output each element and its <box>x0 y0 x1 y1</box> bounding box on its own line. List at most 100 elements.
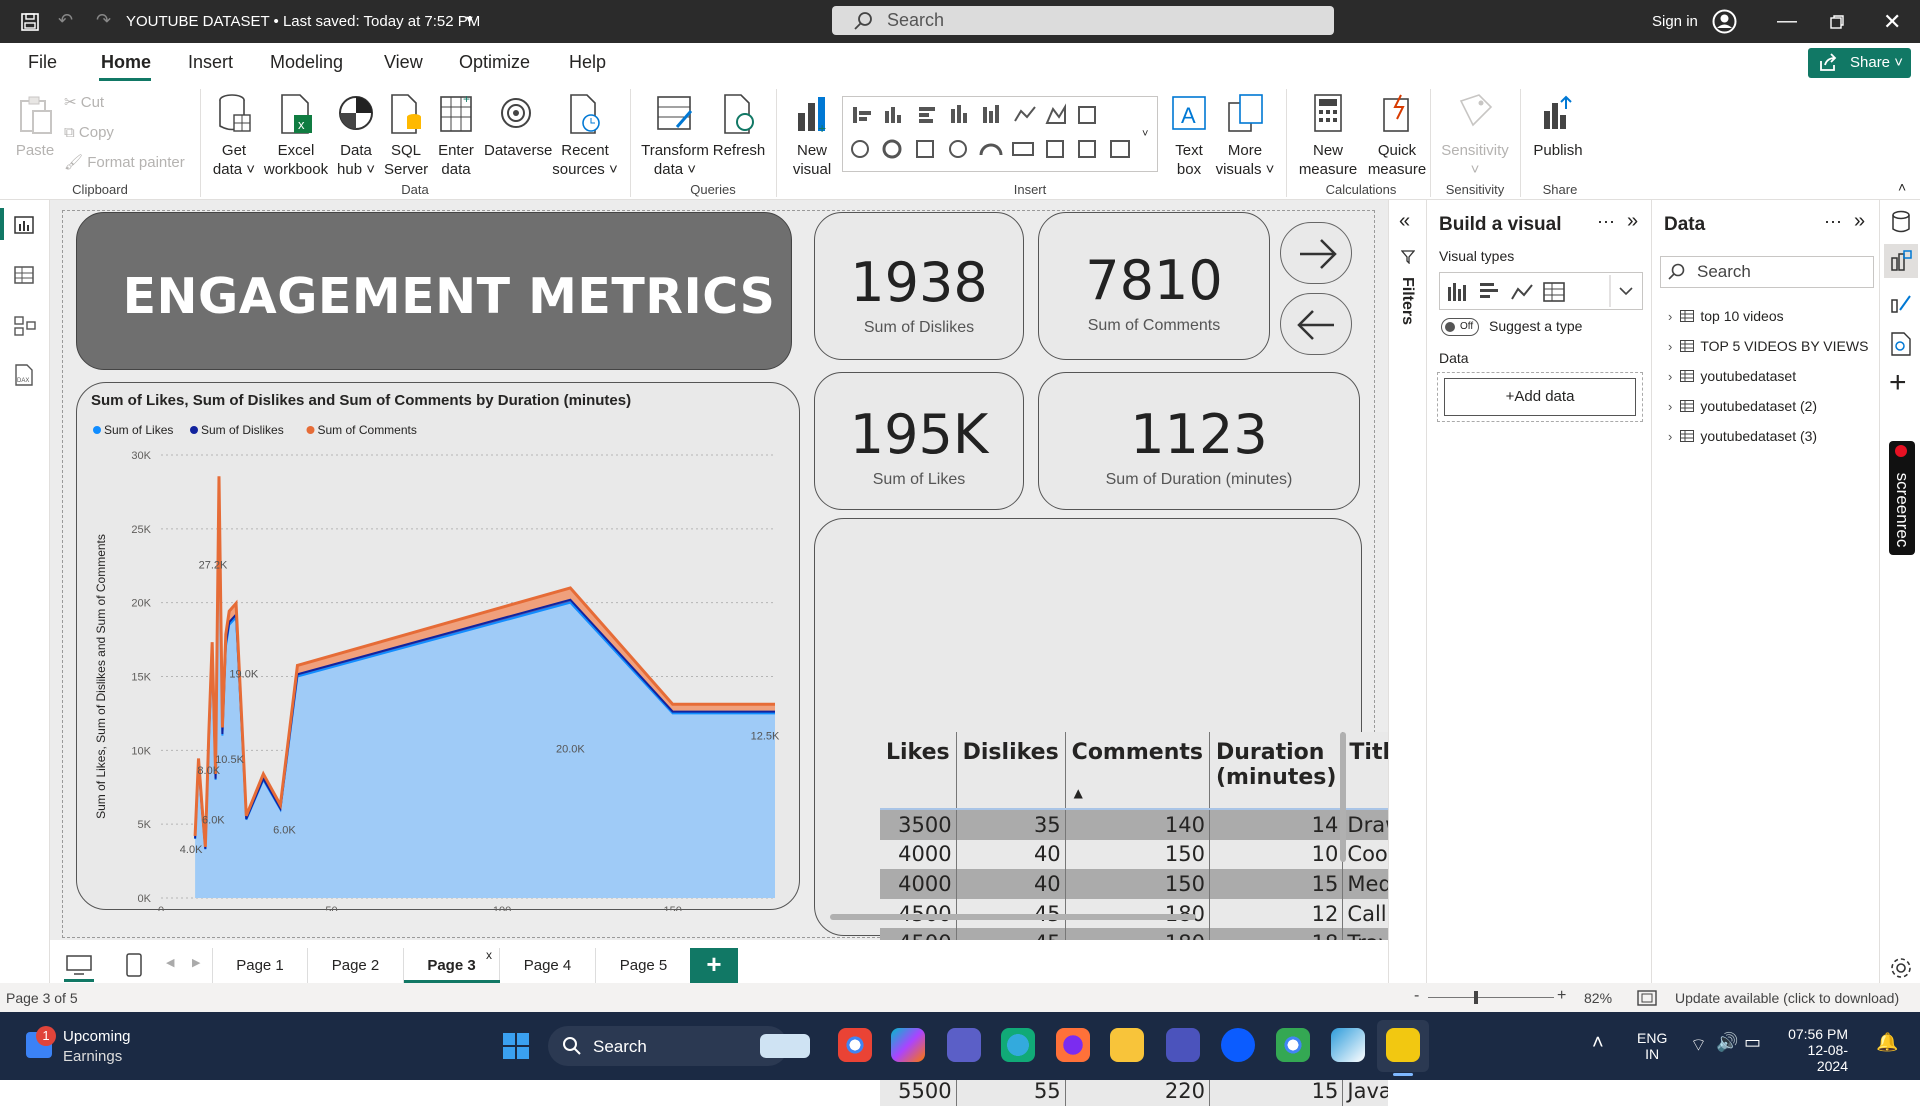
windows-start-icon[interactable] <box>502 1032 530 1060</box>
column-header-title[interactable]: Title <box>1343 732 1388 808</box>
chrome-icon[interactable] <box>838 1028 872 1062</box>
kpi-card-comments[interactable]: 7810 Sum of Comments <box>1038 212 1270 360</box>
tab-page-2[interactable]: Page 2 <box>308 948 404 983</box>
more-visuals-button[interactable]: More visuals ˅ <box>1214 93 1276 179</box>
volume-icon[interactable]: 🔊 <box>1716 1032 1738 1053</box>
get-data-button[interactable]: Get data ˅ <box>208 93 260 179</box>
publish-button[interactable]: Publish <box>1528 93 1588 160</box>
excel-workbook-button[interactable]: x Excel workbook <box>262 93 330 179</box>
chevron-right-icon[interactable]: › <box>1668 339 1672 354</box>
widget-title[interactable]: Upcoming <box>63 1028 131 1045</box>
expand-filters-icon[interactable]: « <box>1399 210 1410 233</box>
collapse-pane-icon[interactable]: » <box>1627 210 1638 233</box>
new-measure-button[interactable]: New measure <box>1294 93 1362 179</box>
chevron-down-icon[interactable]: ▼ <box>464 14 475 26</box>
format-visual-icon[interactable] <box>1890 292 1912 314</box>
zoom-level[interactable]: 82% <box>1584 990 1612 1006</box>
zoom-slider[interactable] <box>1428 997 1554 998</box>
table-horizontal-scrollbar[interactable] <box>830 914 1196 920</box>
power-bi-icon[interactable] <box>1386 1028 1420 1062</box>
chevron-right-icon[interactable]: › <box>1668 429 1672 444</box>
photos-icon[interactable] <box>1331 1028 1365 1062</box>
redo-icon[interactable]: ↷ <box>96 10 111 31</box>
table-row[interactable]: 40004015010Cooking: <box>880 839 1388 870</box>
data-table-item[interactable]: › youtubedataset (2) <box>1668 398 1817 414</box>
previous-page-button[interactable] <box>1280 293 1352 355</box>
sensitivity-button[interactable]: Sensitivity ˅ <box>1438 93 1512 179</box>
column-header-dislikes[interactable]: Dislikes <box>956 732 1066 808</box>
area-chart-card[interactable]: Sum of Likes, Sum of Dislikes and Sum of… <box>76 382 801 936</box>
zoom-out-button[interactable]: - <box>1414 987 1419 1005</box>
menu-optimize[interactable]: Optimize <box>459 52 530 73</box>
tab-scroll-left-icon[interactable]: ◀ <box>166 956 174 969</box>
column-header-duration[interactable]: Duration (minutes) <box>1209 732 1344 808</box>
teams-work-icon[interactable] <box>1166 1028 1200 1062</box>
sign-in-link[interactable]: Sign in <box>1652 13 1698 30</box>
minimize-icon[interactable]: — <box>1777 10 1797 33</box>
area-sum-of-likes[interactable] <box>195 496 776 898</box>
recent-sources-button[interactable]: Recent sources ˅ <box>550 93 620 179</box>
filters-pane[interactable]: « Filters <box>1388 200 1426 983</box>
data-table-item[interactable]: › TOP 5 VIDEOS BY VIEWS <box>1668 338 1868 354</box>
zoom-slider-thumb[interactable] <box>1474 991 1478 1004</box>
collapse-pane-icon[interactable]: » <box>1854 210 1865 233</box>
text-box-button[interactable]: A Text box <box>1166 93 1212 179</box>
table-row[interactable]: 55005522015JavaScrip <box>880 1076 1388 1106</box>
data-search-input[interactable]: Search <box>1660 256 1874 288</box>
build-visual-icon[interactable] <box>1890 250 1912 272</box>
tab-page-1[interactable]: Page 1 <box>212 948 308 983</box>
edge-icon[interactable] <box>1001 1028 1035 1062</box>
menu-home[interactable]: Home <box>101 52 151 73</box>
kpi-card-likes[interactable]: 195K Sum of Likes <box>814 372 1024 510</box>
tab-scroll-right-icon[interactable]: ▶ <box>192 956 200 969</box>
file-explorer-icon[interactable] <box>1110 1028 1144 1062</box>
copy-button[interactable]: ⧉ Copy <box>64 123 114 142</box>
desktop-layout-icon[interactable] <box>66 955 92 975</box>
dax-query-view-icon[interactable]: DAX <box>14 364 34 386</box>
quick-measure-button[interactable]: Quick measure <box>1364 93 1430 179</box>
more-options-icon[interactable]: ⋯ <box>1824 212 1842 233</box>
chevron-right-icon[interactable]: › <box>1668 399 1672 414</box>
area-chart[interactable]: Sum of Likes, Sum of Dislikes and Sum of… <box>77 383 801 936</box>
zoom-icon[interactable] <box>1221 1028 1255 1062</box>
update-available-link[interactable]: Update available (click to download) <box>1675 990 1899 1006</box>
kpi-card-dislikes[interactable]: 1938 Sum of Dislikes <box>814 212 1024 360</box>
add-page-button[interactable]: + <box>690 948 738 983</box>
undo-icon[interactable]: ↶ <box>58 10 73 31</box>
zoom-in-button[interactable]: + <box>1557 987 1566 1005</box>
close-icon[interactable]: ✕ <box>1883 9 1901 35</box>
chevron-right-icon[interactable]: › <box>1668 309 1672 324</box>
table-vertical-scrollbar[interactable] <box>1340 732 1346 862</box>
data-table-item[interactable]: › top 10 videos <box>1668 308 1784 324</box>
transform-data-button[interactable]: Transform data ˅ <box>640 93 710 179</box>
menu-view[interactable]: View <box>384 52 423 73</box>
search-input[interactable]: Search <box>832 6 1334 35</box>
clock[interactable]: 07:56 PM 12-08-2024 <box>1786 1026 1848 1074</box>
cut-button[interactable]: ✂ Cut <box>64 93 104 112</box>
table-row[interactable]: 35003514014Drawing <box>880 810 1388 840</box>
save-icon[interactable] <box>20 12 40 32</box>
language-indicator[interactable]: ENG IN <box>1637 1030 1667 1062</box>
add-data-button[interactable]: +Add data <box>1444 378 1636 416</box>
menu-help[interactable]: Help <box>569 52 606 73</box>
data-hub-button[interactable]: Data hub ˅ <box>334 93 378 179</box>
sql-server-button[interactable]: SQL Server <box>384 93 428 179</box>
refresh-button[interactable]: Refresh <box>712 93 766 160</box>
tab-page-5[interactable]: Page 5 <box>596 948 692 983</box>
more-options-icon[interactable]: ⋯ <box>1597 212 1615 233</box>
menu-modeling[interactable]: Modeling <box>270 52 343 73</box>
mobile-layout-icon[interactable] <box>126 953 142 977</box>
teams-icon[interactable] <box>947 1028 981 1062</box>
show-hidden-icons[interactable]: ˄ <box>1592 1032 1604 1055</box>
table-row[interactable]: 40004015015Meditatic <box>880 869 1388 899</box>
report-view-icon[interactable] <box>14 216 34 234</box>
chrome-profile-icon[interactable] <box>1276 1028 1310 1062</box>
fit-to-page-icon[interactable] <box>1637 990 1657 1006</box>
model-view-icon[interactable] <box>14 316 36 336</box>
settings-gear-icon[interactable] <box>1889 956 1913 980</box>
format-painter-button[interactable]: 🖌 Format painter <box>64 153 185 172</box>
column-header-comments[interactable]: Comments ▲ <box>1065 732 1210 808</box>
notification-bell-icon[interactable]: 🔔 <box>1876 1032 1898 1053</box>
chevron-right-icon[interactable]: › <box>1668 369 1672 384</box>
dataverse-button[interactable]: Dataverse <box>484 93 552 160</box>
